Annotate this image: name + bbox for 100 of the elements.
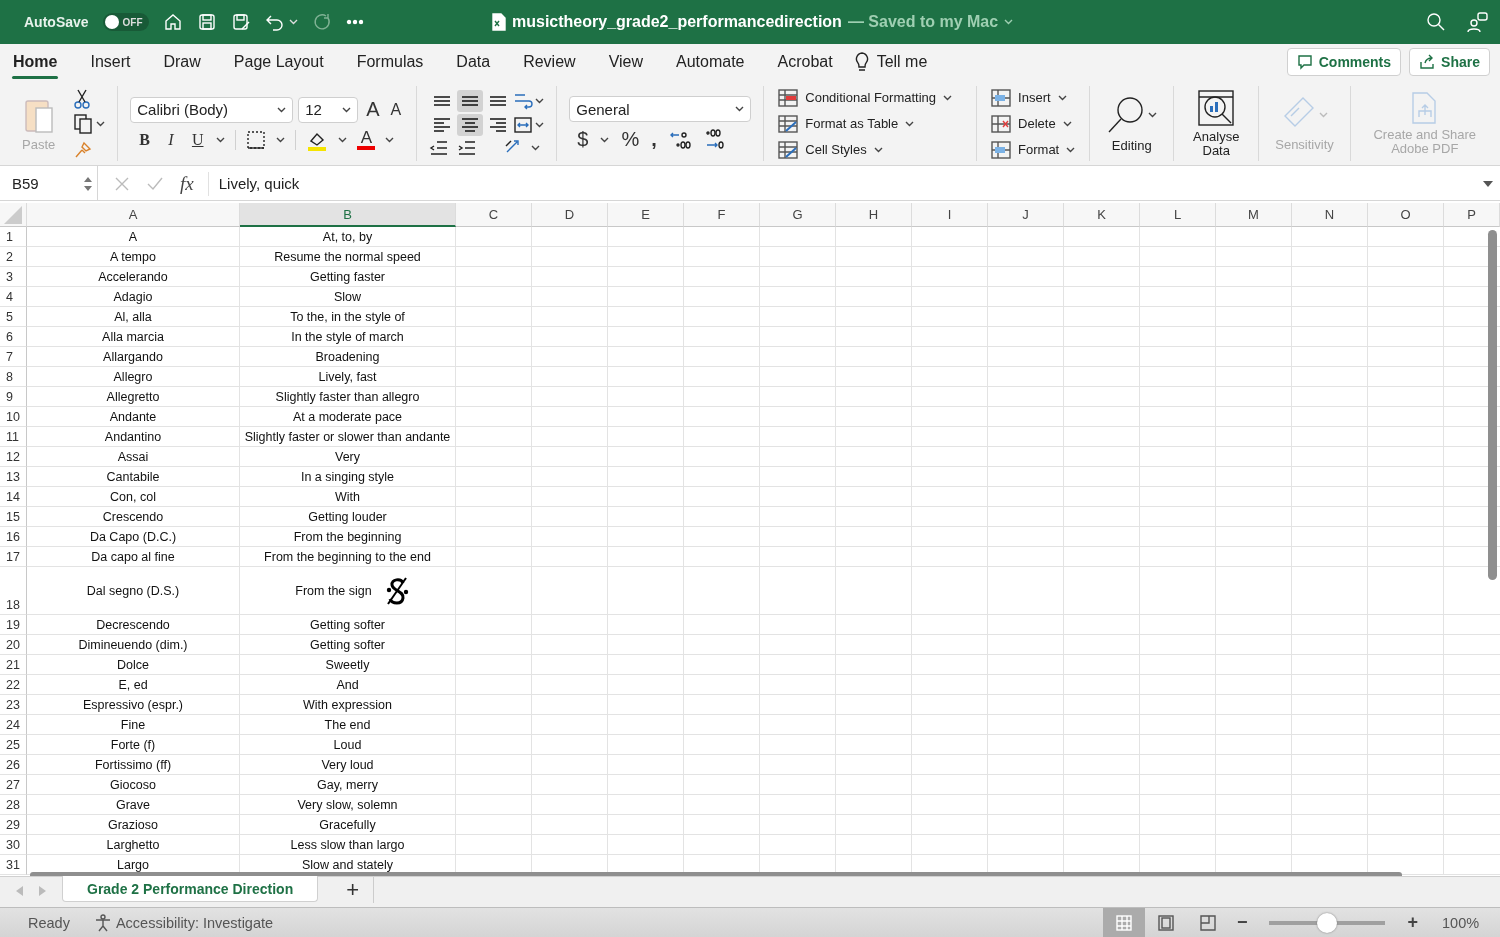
ribbon-tab[interactable]: Automate bbox=[675, 47, 746, 77]
percent-button[interactable]: % bbox=[621, 128, 640, 151]
font-name-dropdown[interactable]: Calibri (Body) bbox=[130, 96, 294, 123]
caret-icon[interactable] bbox=[338, 136, 348, 143]
align-middle-button[interactable] bbox=[457, 89, 484, 112]
row-header[interactable]: 31 bbox=[0, 855, 27, 875]
row-header[interactable]: 19 bbox=[0, 615, 27, 635]
row-header[interactable]: 26 bbox=[0, 755, 27, 775]
people-icon[interactable] bbox=[1466, 11, 1488, 33]
row-header[interactable]: 6 bbox=[0, 327, 27, 347]
row-header[interactable]: 2 bbox=[0, 247, 27, 267]
caret-icon[interactable] bbox=[1148, 111, 1158, 118]
caret-icon[interactable] bbox=[277, 106, 287, 113]
row-header[interactable]: 14 bbox=[0, 487, 27, 507]
align-center-button[interactable] bbox=[457, 113, 484, 136]
column-header[interactable]: O bbox=[1368, 203, 1444, 227]
shrink-font-button[interactable]: A bbox=[387, 100, 405, 119]
column-header[interactable]: H bbox=[836, 203, 912, 227]
caret-icon[interactable] bbox=[1062, 120, 1072, 127]
ribbon-tab[interactable]: Home bbox=[12, 47, 59, 77]
row-header[interactable]: 10 bbox=[0, 407, 27, 427]
column-header[interactable]: G bbox=[760, 203, 836, 227]
column-header[interactable]: B bbox=[240, 203, 456, 227]
row-header[interactable]: 25 bbox=[0, 735, 27, 755]
ribbon-tab[interactable]: Page Layout bbox=[232, 47, 325, 77]
row-header[interactable]: 21 bbox=[0, 655, 27, 675]
underline-button[interactable]: U bbox=[188, 130, 207, 149]
italic-button[interactable]: I bbox=[162, 130, 179, 149]
currency-button[interactable]: $ bbox=[577, 128, 589, 151]
accessibility-status[interactable]: Accessibility: Investigate bbox=[115, 914, 274, 931]
tell-me-search[interactable]: Tell me bbox=[876, 53, 928, 71]
row-header[interactable]: 4 bbox=[0, 287, 27, 307]
row-header[interactable]: 17 bbox=[0, 547, 27, 567]
caret-icon[interactable] bbox=[96, 120, 106, 127]
vertical-scrollbar[interactable] bbox=[1488, 230, 1497, 580]
caret-icon[interactable] bbox=[735, 106, 745, 112]
search-icon[interactable] bbox=[1426, 12, 1446, 32]
expand-icon[interactable] bbox=[1482, 179, 1494, 188]
copy-icon[interactable] bbox=[73, 112, 94, 135]
bold-button[interactable]: B bbox=[136, 130, 153, 149]
ribbon-tab[interactable]: Formulas bbox=[355, 47, 425, 77]
ribbon-tab[interactable]: Draw bbox=[162, 47, 202, 77]
save-icon[interactable] bbox=[196, 12, 217, 32]
ribbon-tab[interactable]: Review bbox=[522, 47, 577, 77]
ribbon-tab[interactable]: Insert bbox=[89, 47, 132, 77]
row-header[interactable]: 23 bbox=[0, 695, 27, 715]
autosave-toggle[interactable]: OFF bbox=[102, 13, 149, 31]
home-icon[interactable] bbox=[162, 12, 183, 32]
column-header[interactable]: I bbox=[912, 203, 988, 227]
row-header[interactable]: 12 bbox=[0, 447, 27, 467]
column-header[interactable]: K bbox=[1064, 203, 1140, 227]
row-header[interactable]: 8 bbox=[0, 367, 27, 387]
caret-icon[interactable] bbox=[873, 146, 883, 153]
add-sheet-button[interactable]: + bbox=[332, 877, 375, 903]
stepper-icon[interactable] bbox=[83, 175, 93, 192]
row-header[interactable]: 7 bbox=[0, 347, 27, 367]
zoom-out-button[interactable]: − bbox=[1228, 912, 1256, 933]
comma-style-button[interactable]: , bbox=[651, 128, 657, 151]
row-header[interactable]: 30 bbox=[0, 835, 27, 855]
share-button[interactable]: Share bbox=[1409, 48, 1490, 76]
ribbon-tab[interactable]: Data bbox=[455, 47, 492, 77]
analyse-data-button[interactable]: Analyse Data bbox=[1186, 89, 1247, 158]
column-header[interactable]: J bbox=[988, 203, 1064, 227]
column-header[interactable]: L bbox=[1140, 203, 1216, 227]
row-header[interactable]: 18 bbox=[0, 567, 27, 615]
caret-icon[interactable] bbox=[531, 144, 541, 151]
insert-cells-button[interactable]: Insert bbox=[991, 86, 1076, 109]
row-header[interactable]: 11 bbox=[0, 427, 27, 447]
format-cells-button[interactable]: Format bbox=[991, 138, 1076, 161]
caret-icon[interactable] bbox=[1066, 146, 1076, 153]
format-as-table-button[interactable]: Format as Table bbox=[778, 112, 953, 135]
grow-font-button[interactable]: A bbox=[363, 98, 383, 121]
row-header[interactable]: 9 bbox=[0, 387, 27, 407]
column-header[interactable]: D bbox=[532, 203, 608, 227]
row-header[interactable]: 28 bbox=[0, 795, 27, 815]
column-header[interactable]: C bbox=[456, 203, 532, 227]
column-header[interactable]: A bbox=[27, 203, 240, 227]
column-header[interactable]: M bbox=[1216, 203, 1292, 227]
borders-icon[interactable] bbox=[246, 129, 267, 150]
sheet-tab[interactable]: Grade 2 Performance Direction bbox=[62, 876, 319, 902]
save-as-icon[interactable] bbox=[230, 12, 251, 32]
caret-icon[interactable] bbox=[342, 106, 352, 113]
merge-center-icon[interactable] bbox=[513, 114, 534, 135]
redo-icon[interactable] bbox=[311, 12, 332, 32]
row-header[interactable]: 24 bbox=[0, 715, 27, 735]
cut-icon[interactable] bbox=[73, 88, 92, 109]
caret-icon[interactable] bbox=[1057, 94, 1067, 101]
comments-button[interactable]: Comments bbox=[1286, 48, 1402, 76]
column-header[interactable]: F bbox=[684, 203, 760, 227]
editing-button[interactable]: Editing bbox=[1102, 94, 1162, 153]
row-header[interactable]: 15 bbox=[0, 507, 27, 527]
caret-icon[interactable] bbox=[276, 136, 286, 143]
row-header[interactable]: 1 bbox=[0, 227, 27, 247]
row-header[interactable]: 5 bbox=[0, 307, 27, 327]
caret-icon[interactable] bbox=[216, 136, 226, 143]
row-header[interactable]: 3 bbox=[0, 267, 27, 287]
caret-icon[interactable] bbox=[600, 136, 610, 143]
row-header[interactable]: 20 bbox=[0, 635, 27, 655]
formula-field[interactable]: Lively, quick bbox=[208, 175, 1482, 192]
row-header[interactable]: 29 bbox=[0, 815, 27, 835]
